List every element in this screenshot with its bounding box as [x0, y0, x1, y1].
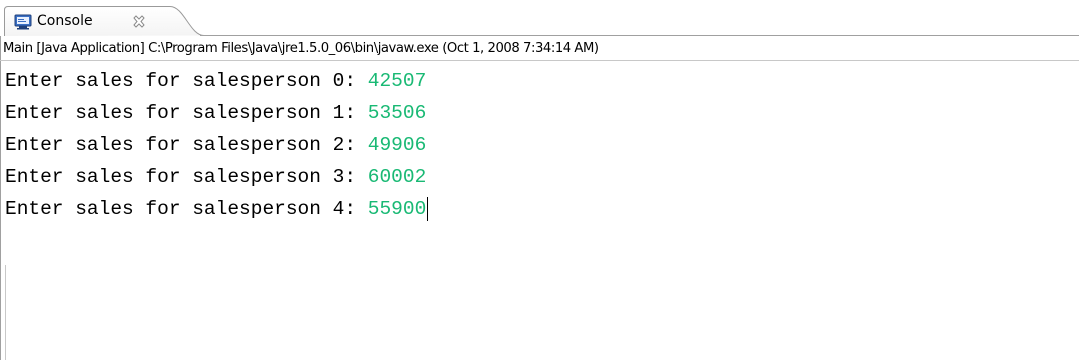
- prompt-text: Enter sales for salesperson 4:: [5, 198, 368, 220]
- scroll-edge: [5, 265, 6, 360]
- console-line: Enter sales for salesperson 1: 53506: [5, 97, 1075, 129]
- process-description: Main [Java Application] C:\Program Files…: [3, 41, 599, 56]
- text-caret: [427, 196, 429, 221]
- console-view: Console Main [Java Application] C:\Progr…: [0, 0, 1079, 360]
- console-output[interactable]: Enter sales for salesperson 0: 42507 Ent…: [5, 65, 1075, 225]
- console-line: Enter sales for salesperson 3: 60002: [5, 161, 1075, 193]
- prompt-text: Enter sales for salesperson 1:: [5, 102, 368, 124]
- input-text: 49906: [367, 134, 427, 156]
- input-text: 60002: [367, 166, 427, 188]
- tab-bar-border: [200, 35, 1079, 36]
- prompt-text: Enter sales for salesperson 0:: [5, 70, 368, 92]
- tab-console[interactable]: Console: [4, 6, 212, 36]
- description-divider: [0, 60, 1079, 61]
- prompt-text: Enter sales for salesperson 2:: [5, 134, 368, 156]
- console-line: Enter sales for salesperson 4: 55900: [5, 193, 1075, 225]
- console-line: Enter sales for salesperson 2: 49906: [5, 129, 1075, 161]
- tab-shape: [4, 6, 212, 36]
- close-icon[interactable]: [132, 15, 146, 29]
- input-text: 55900: [367, 198, 427, 220]
- input-text: 53506: [367, 102, 427, 124]
- console-line: Enter sales for salesperson 0: 42507: [5, 65, 1075, 97]
- view-border: [0, 0, 1, 360]
- input-text: 42507: [367, 70, 427, 92]
- console-icon: [14, 14, 32, 30]
- prompt-text: Enter sales for salesperson 3:: [5, 166, 368, 188]
- tab-label: Console: [37, 13, 93, 29]
- tab-bar: Console: [0, 0, 1079, 36]
